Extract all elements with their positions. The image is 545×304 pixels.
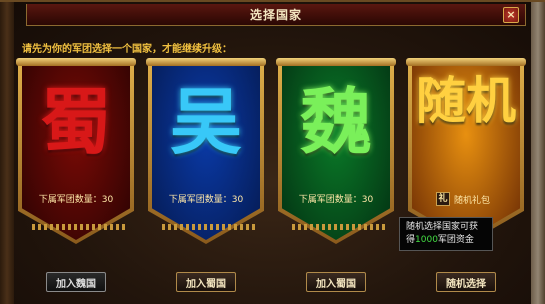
instruction-text: 请先为你的军团选择一个国家，才能继续升级： xyxy=(22,44,232,55)
gift-label: 随机礼包 xyxy=(454,195,491,206)
tooltip-prefix: 得 xyxy=(406,235,416,245)
dialog-title: 选择国家 xyxy=(249,8,302,22)
banner-wei[interactable]: 魏 下属军团数量：30 xyxy=(276,58,396,258)
banner-wu[interactable]: 吴 下属军团数量：30 xyxy=(146,58,266,258)
dialog-frame: 选择国家 × 请先为你的军团选择一个国家，才能继续升级： 蜀 下属军团数量：30… xyxy=(0,0,545,304)
tooltip-line-2: 得1000军团资金 xyxy=(406,234,486,247)
tooltip-suffix: 军团资金 xyxy=(437,235,474,245)
random-select-button[interactable]: 随机选择 xyxy=(436,272,496,292)
banner-shu[interactable]: 蜀 下属军团数量：30 xyxy=(16,58,136,258)
banner-glyph: 蜀 xyxy=(39,79,112,164)
join-wei-button[interactable]: 加入魏国 xyxy=(46,272,106,292)
tooltip-amount: 1000 xyxy=(415,235,438,245)
right-border-decoration xyxy=(531,2,545,304)
title-bar: 选择国家 × xyxy=(26,4,526,26)
left-border-decoration xyxy=(0,2,14,304)
banner-glyph: 吴 xyxy=(169,79,242,164)
random-gift-pack[interactable]: 礼 随机礼包 xyxy=(436,192,490,206)
join-shu-button[interactable]: 加入蜀国 xyxy=(176,272,236,292)
join-shu-button-2[interactable]: 加入蜀国 xyxy=(306,272,366,292)
gift-icon: 礼 xyxy=(436,192,450,206)
banner-glyph: 随机 xyxy=(416,71,516,130)
random-tooltip: 随机选择国家可获 得1000军团资金 xyxy=(399,217,493,251)
banner-fringe xyxy=(292,224,388,230)
close-button[interactable]: × xyxy=(503,7,519,23)
banner-rod xyxy=(16,58,136,66)
banner-rod xyxy=(406,58,526,66)
legion-count: 下属军团数量：30 xyxy=(38,195,114,205)
banner-fringe xyxy=(162,224,258,230)
banner-rod xyxy=(146,58,266,66)
tooltip-line-1: 随机选择国家可获 xyxy=(406,222,479,232)
legion-count: 下属军团数量：30 xyxy=(168,195,244,205)
banner-rod xyxy=(276,58,396,66)
banner-fringe xyxy=(32,224,128,230)
legion-count: 下属军团数量：30 xyxy=(298,195,374,205)
banner-glyph: 魏 xyxy=(299,79,372,164)
